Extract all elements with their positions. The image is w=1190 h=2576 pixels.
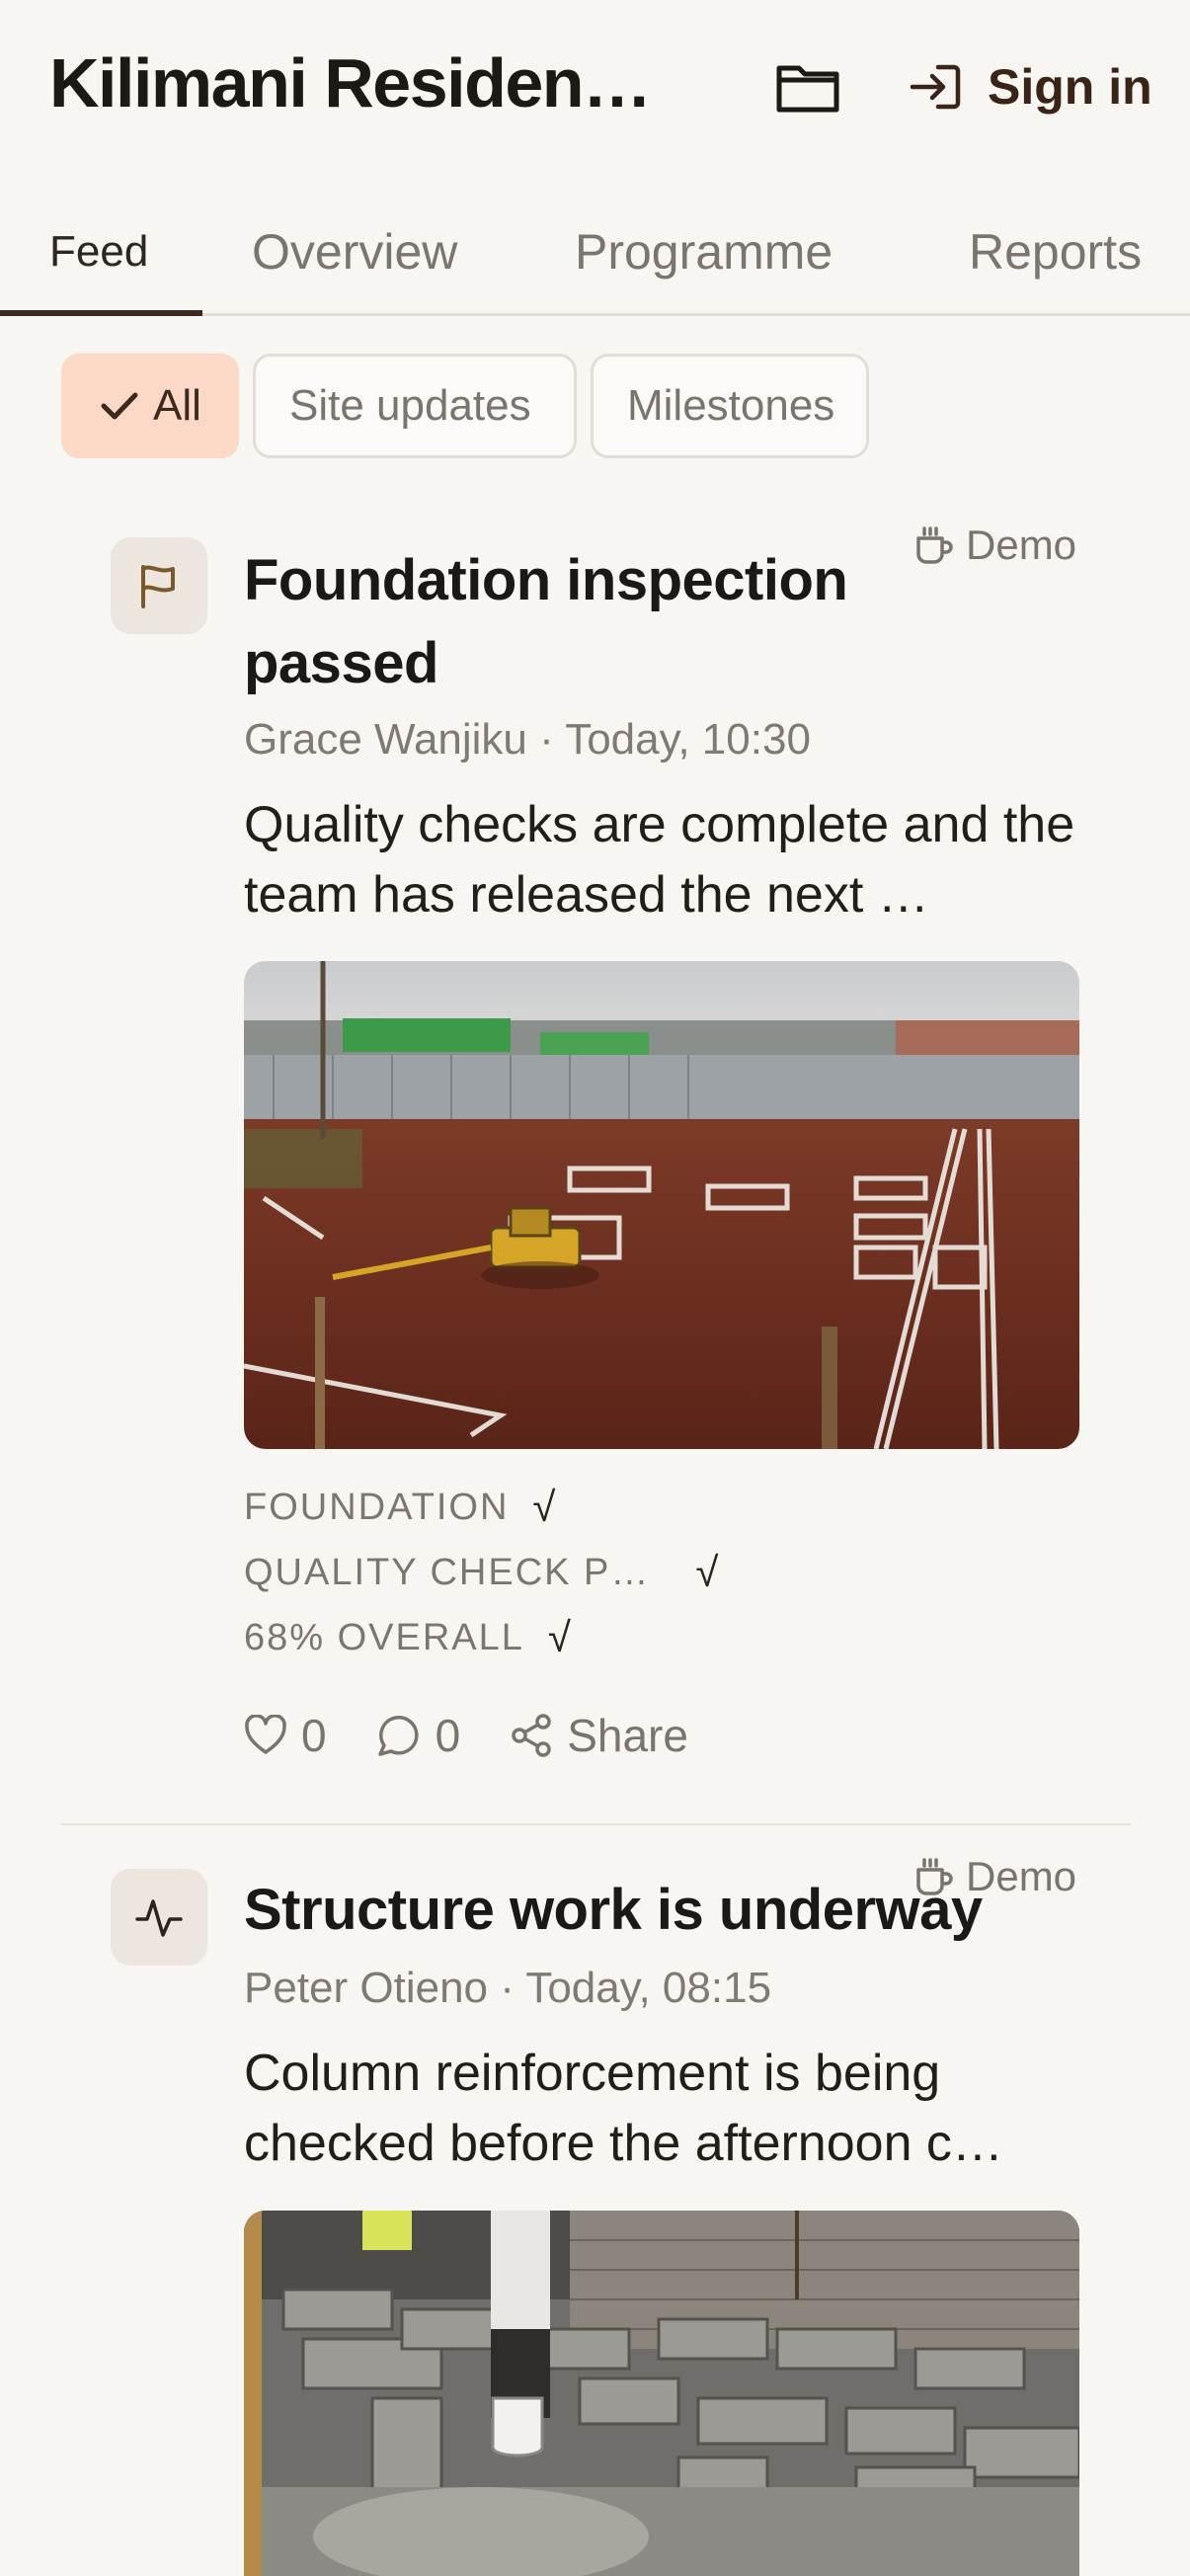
share-label: Share [567,1710,688,1761]
post-body: Column reinforcement is being checked be… [244,2045,1003,2172]
filter-chip-all[interactable]: All [61,354,239,458]
demo-badge: Demo [912,522,1076,569]
filter-chip-label: Site updates [289,381,531,430]
filter-chip-site-updates[interactable]: Site updates [253,354,577,458]
post-tag: 68% OVERALL √ [244,1614,571,1661]
tab-bar: Feed Overview Programme Reports [0,188,1190,316]
comment-button[interactable]: 0 [376,1709,461,1762]
filter-chip-label: All [153,381,201,430]
comment-count: 0 [435,1710,461,1761]
post-actions: 0 0 Share [244,1709,688,1762]
tag-label: 68% OVERALL [244,1616,524,1658]
post-tag: FOUNDATION √ [244,1484,555,1531]
demo-badge-label: Demo [966,522,1077,568]
post-title[interactable]: Structure work is underway [244,1869,1034,1952]
post-divider [61,1823,1131,1825]
tab-reports[interactable]: Reports [969,188,1142,316]
structure-work-photo [244,2211,1079,2576]
post-body: Quality checks are complete and the team… [244,796,1075,924]
filter-chip-milestones[interactable]: Milestones [591,354,869,458]
comment-icon [377,1716,419,1756]
sign-in-button[interactable]: Sign in [909,49,1152,124]
post-type-icon [111,537,207,634]
post-photo-structure-work[interactable] [244,2211,1079,2576]
tag-check-mark: √ [532,1484,556,1530]
tab-feed[interactable]: Feed [49,188,148,316]
post-title[interactable]: Foundation inspection passed [244,539,915,705]
like-button[interactable]: 0 [244,1709,327,1762]
sign-in-icon [910,64,961,110]
folder-icon [776,65,839,113]
share-icon [512,1714,551,1757]
filter-chip-label: Milestones [627,381,835,430]
coffee-cup-icon [916,526,953,564]
flag-icon [141,565,175,608]
active-tab-indicator [0,310,202,316]
share-button[interactable]: Share [510,1709,688,1762]
post-tag: QUALITY CHECK P… √ [244,1549,718,1596]
project-title: Kilimani Residenc… [49,44,681,121]
post-meta: Peter Otieno · Today, 08:15 [244,1964,772,2012]
tab-overview[interactable]: Overview [252,188,457,316]
activity-icon [135,1899,183,1937]
tab-programme[interactable]: Programme [575,188,833,316]
tag-label: QUALITY CHECK P… [244,1551,651,1593]
tag-check-mark: √ [547,1614,571,1660]
sign-in-label: Sign in [988,59,1152,115]
check-icon [101,392,138,420]
post-photo-foundation-site[interactable] [244,961,1079,1449]
tag-check-mark: √ [695,1549,719,1595]
folder-button[interactable] [770,49,845,124]
app-header: Kilimani Residenc… Sign in [0,0,1190,168]
post-meta: Grace Wanjiku · Today, 10:30 [244,715,811,764]
heart-icon [245,1715,286,1754]
like-count: 0 [301,1710,327,1761]
tag-label: FOUNDATION [244,1486,510,1528]
filter-chips: All Site updates Milestones [61,354,869,458]
foundation-site-photo [244,961,1079,1449]
post-type-icon [111,1869,207,1966]
